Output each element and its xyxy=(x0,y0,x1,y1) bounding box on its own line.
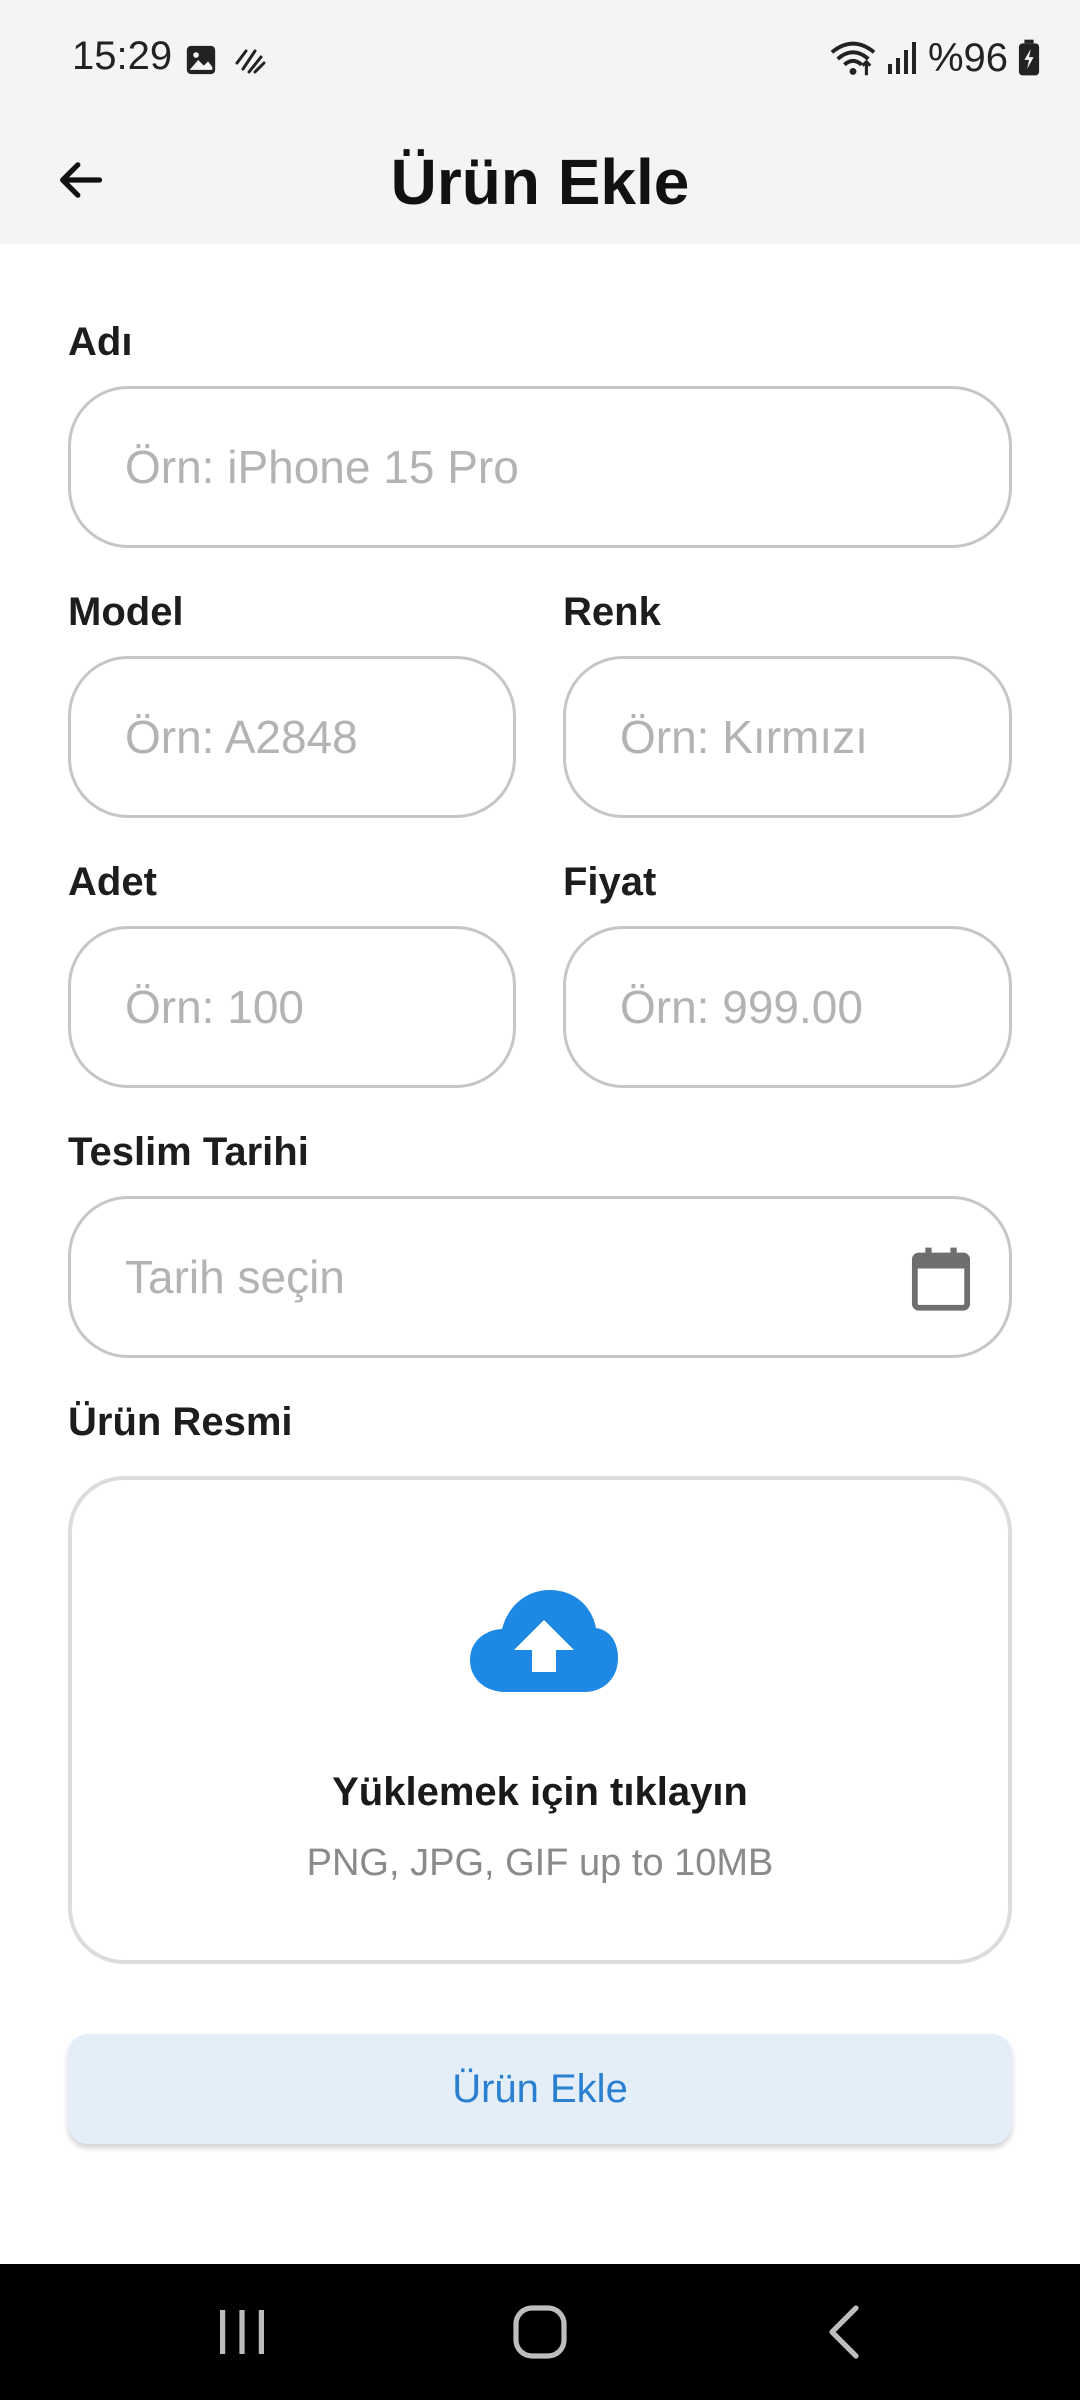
cloud-upload-icon xyxy=(470,1590,618,1692)
color-input[interactable] xyxy=(620,710,1009,764)
status-time: 15:29 xyxy=(72,34,173,78)
system-navigation-bar xyxy=(0,2264,1080,2400)
delivery-date-label: Teslim Tarihi xyxy=(68,1130,309,1174)
price-field[interactable] xyxy=(563,926,1012,1088)
quantity-field[interactable] xyxy=(68,926,516,1088)
model-field[interactable] xyxy=(68,656,516,818)
name-label: Adı xyxy=(68,320,133,364)
upload-title: Yüklemek için tıklayın xyxy=(332,1770,748,1814)
color-label: Renk xyxy=(563,590,661,634)
recent-apps-icon[interactable] xyxy=(212,2304,272,2360)
signal-icon xyxy=(887,42,916,74)
back-button[interactable] xyxy=(40,140,120,220)
price-label: Fiyat xyxy=(563,860,657,904)
status-notification-icons xyxy=(184,40,270,80)
arrow-left-icon xyxy=(60,162,103,198)
submit-button[interactable]: Ürün Ekle xyxy=(68,2034,1012,2144)
name-input[interactable] xyxy=(125,440,1009,494)
name-field[interactable] xyxy=(68,386,1012,548)
battery-charging-icon xyxy=(1018,39,1040,76)
back-nav-icon[interactable] xyxy=(816,2304,876,2360)
wifi-icon xyxy=(830,41,876,76)
app-bar: Ürün Ekle xyxy=(0,120,1080,244)
home-icon[interactable] xyxy=(510,2304,570,2360)
quantity-input[interactable] xyxy=(125,980,513,1034)
activity-notification-icon xyxy=(235,49,266,74)
model-label: Model xyxy=(68,590,184,634)
status-bar: 15:29 %96 xyxy=(0,0,1080,120)
page-title: Ürün Ekle xyxy=(390,146,690,218)
price-input[interactable] xyxy=(620,980,1009,1034)
model-input[interactable] xyxy=(125,710,513,764)
image-upload-area[interactable]: Yüklemek için tıklayın PNG, JPG, GIF up … xyxy=(68,1476,1012,1964)
calendar-icon[interactable] xyxy=(909,1245,973,1313)
upload-hint: PNG, JPG, GIF up to 10MB xyxy=(306,1842,774,1884)
battery-level: %96 xyxy=(927,35,1008,80)
delivery-date-field[interactable] xyxy=(68,1196,1012,1358)
gallery-notification-icon xyxy=(186,45,216,75)
image-label: Ürün Resmi xyxy=(68,1400,293,1444)
status-right-group: %96 xyxy=(830,34,1040,82)
delivery-date-input[interactable] xyxy=(125,1250,1009,1304)
color-field[interactable] xyxy=(563,656,1012,818)
quantity-label: Adet xyxy=(68,860,157,904)
